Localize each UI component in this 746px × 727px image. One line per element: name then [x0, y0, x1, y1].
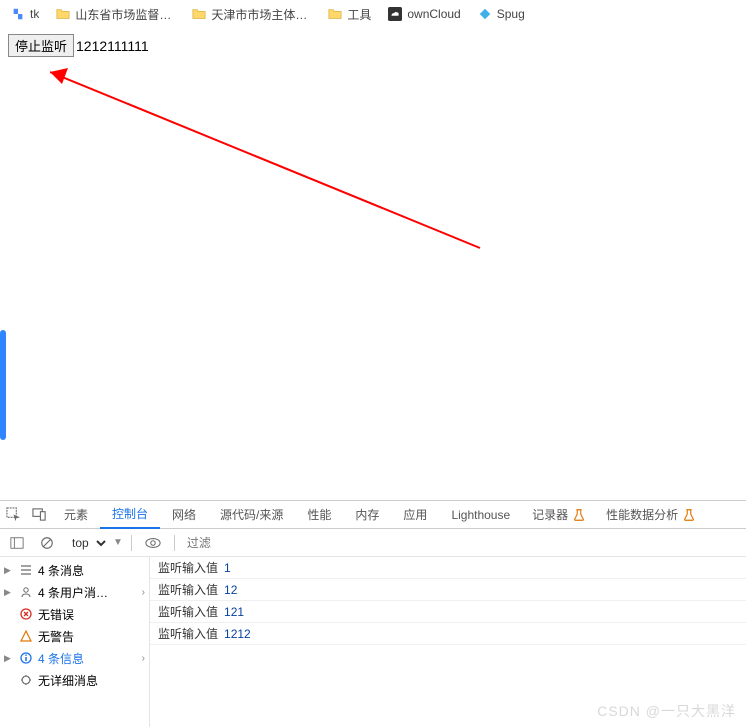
input-value-text: 1212111111 [76, 38, 149, 54]
bookmark-tools[interactable]: 工具 [321, 4, 377, 25]
devtools-tabs: 元素 控制台 网络 源代码/来源 性能 内存 应用 Lighthouse 记录器… [0, 501, 746, 529]
pin-icon: › [142, 587, 145, 598]
bookmark-tianjin[interactable]: 天津市市场主体一… [185, 4, 317, 25]
folder-icon [191, 6, 207, 22]
console-row[interactable]: 监听输入值1212 [150, 623, 746, 645]
bookmark-shandong[interactable]: 山东省市场监督管… [49, 4, 181, 25]
tab-application[interactable]: 应用 [391, 501, 439, 529]
clear-console-icon[interactable] [34, 529, 60, 557]
inspect-element-icon[interactable] [0, 501, 26, 529]
folder-icon [55, 6, 71, 22]
tab-performance-insights[interactable]: 性能数据分析 [596, 506, 706, 523]
warn-icon [18, 630, 34, 642]
caret-icon: ▶ [4, 565, 14, 576]
console-row[interactable]: 监听输入值12 [150, 579, 746, 601]
context-select[interactable]: top [64, 533, 109, 553]
page-content: 停止监听 1212111111 [0, 28, 746, 498]
sidebar-item-info[interactable]: ▶ 4 条信息 › [0, 647, 149, 669]
pin-icon: › [142, 653, 145, 664]
list-icon [18, 564, 34, 576]
app-icon [10, 6, 26, 22]
console-row[interactable]: 监听输入值1 [150, 557, 746, 579]
sidebar-item-user-messages[interactable]: ▶ 4 条用户消… › [0, 581, 149, 603]
live-expression-icon[interactable] [140, 529, 166, 557]
console-row[interactable]: 监听输入值121 [150, 601, 746, 623]
bookmark-owncloud[interactable]: ownCloud [381, 4, 466, 24]
debug-icon [18, 674, 34, 686]
chevron-down-icon: ▼ [113, 537, 123, 548]
info-icon [18, 652, 34, 664]
tab-network[interactable]: 网络 [160, 501, 208, 529]
selection-cursor [0, 330, 6, 440]
flask-icon [572, 508, 586, 522]
tab-elements[interactable]: 元素 [52, 501, 100, 529]
flask-icon [682, 508, 696, 522]
stop-listen-button[interactable]: 停止监听 [8, 34, 74, 57]
sidebar-item-errors[interactable]: 无错误 [0, 603, 149, 625]
sidebar-toggle-icon[interactable] [4, 529, 30, 557]
console-toolbar: top ▼ [0, 529, 746, 557]
owncloud-icon [387, 6, 403, 22]
sidebar-item-messages[interactable]: ▶ 4 条消息 [0, 559, 149, 581]
bookmarks-bar: tk 山东省市场监督管… 天津市市场主体一… 工具 ownCloud Spug [0, 0, 746, 28]
device-toolbar-icon[interactable] [26, 501, 52, 529]
filter-input[interactable] [183, 534, 742, 552]
user-icon [18, 586, 34, 598]
sidebar-item-verbose[interactable]: 无详细消息 [0, 669, 149, 691]
tab-recorder[interactable]: 记录器 [522, 506, 596, 523]
folder-icon [327, 6, 343, 22]
caret-icon: ▶ [4, 653, 14, 664]
console-sidebar: ▶ 4 条消息 ▶ 4 条用户消… › 无错误 无警告 ▶ [0, 557, 150, 727]
caret-icon: ▶ [4, 587, 14, 598]
devtools-panel: 元素 控制台 网络 源代码/来源 性能 内存 应用 Lighthouse 记录器… [0, 500, 746, 727]
tab-console[interactable]: 控制台 [100, 501, 160, 529]
spug-icon [477, 6, 493, 22]
bookmark-spug[interactable]: Spug [471, 4, 531, 24]
watermark-text: CSDN @一只大黑洋 [597, 701, 736, 721]
annotation-arrow [50, 48, 500, 268]
sidebar-item-warnings[interactable]: 无警告 [0, 625, 149, 647]
error-icon [18, 608, 34, 620]
tab-sources[interactable]: 源代码/来源 [208, 501, 295, 529]
tab-lighthouse[interactable]: Lighthouse [439, 501, 522, 529]
tab-memory[interactable]: 内存 [343, 501, 391, 529]
bookmark-tk[interactable]: tk [4, 4, 45, 24]
tab-performance[interactable]: 性能 [295, 501, 343, 529]
